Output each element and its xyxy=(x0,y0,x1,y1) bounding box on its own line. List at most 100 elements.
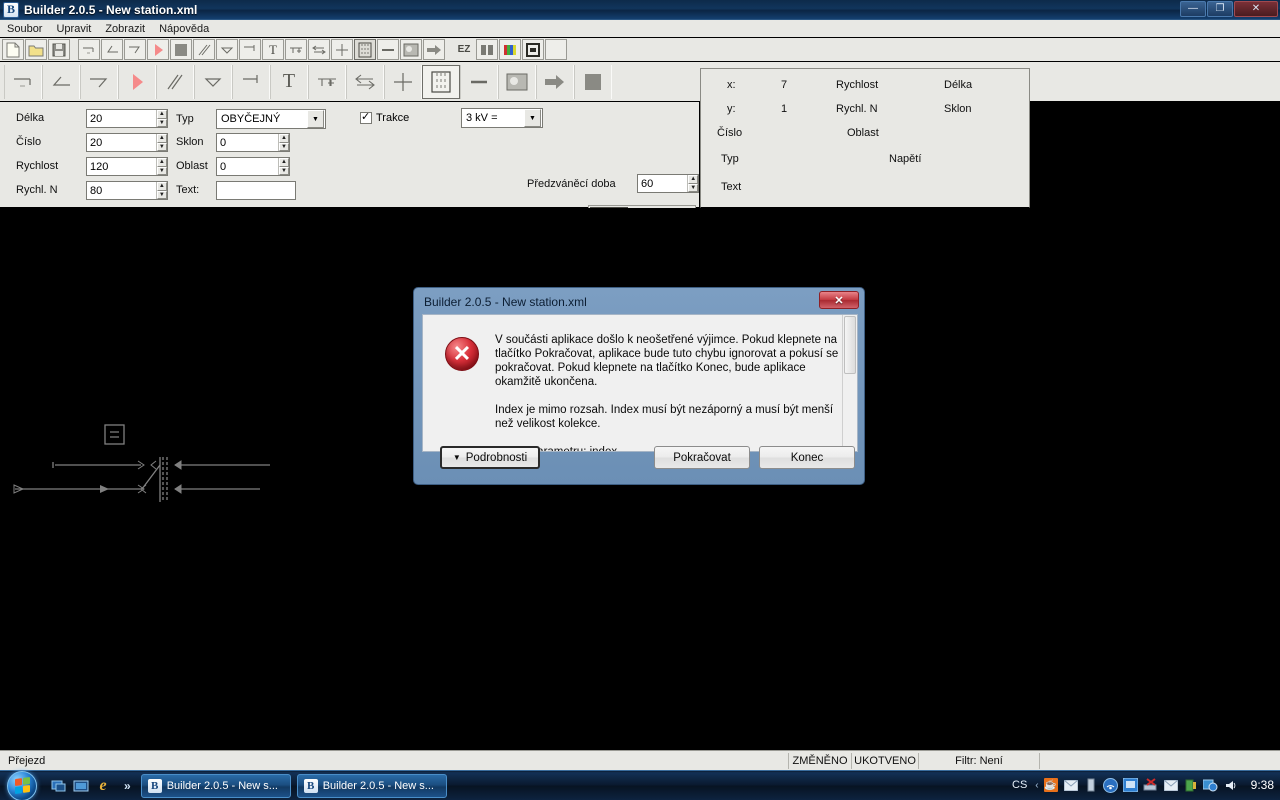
mail-alt-icon[interactable] xyxy=(1163,777,1179,793)
menu-item-napoveda[interactable]: Nápověda xyxy=(152,22,216,36)
maximize-button[interactable]: ❐ xyxy=(1207,1,1233,17)
menu-item-zobrazit[interactable]: Zobrazit xyxy=(98,22,152,36)
flip-3d-icon[interactable] xyxy=(72,777,90,795)
color-tool-icon[interactable] xyxy=(499,39,521,60)
delka-spin-up[interactable]: ▲ xyxy=(156,110,167,119)
cislo-spin-buttons[interactable]: ▲ ▼ xyxy=(155,134,167,151)
ez-tool-icon[interactable]: EZ xyxy=(453,39,475,60)
cross-tool-icon-large[interactable] xyxy=(384,64,422,99)
text-tool-icon[interactable]: T xyxy=(262,39,284,60)
track-corner-left-icon-large[interactable] xyxy=(42,64,80,99)
predzvaneci-spin-up[interactable]: ▲ xyxy=(688,175,698,184)
image-tool-icon[interactable] xyxy=(400,39,422,60)
track-end-icon[interactable] xyxy=(78,39,100,60)
close-button[interactable]: ✕ xyxy=(1234,1,1278,17)
minimize-button[interactable]: — xyxy=(1180,1,1206,17)
trakce-checkbox[interactable]: Trakce xyxy=(360,110,409,124)
oblast-input[interactable] xyxy=(217,158,278,175)
predzvaneci-spin-buttons[interactable]: ▲ ▼ xyxy=(687,175,698,192)
rychlost-spin-up[interactable]: ▲ xyxy=(156,158,167,167)
panel-tool-icon[interactable] xyxy=(522,39,544,60)
delka-stepper[interactable]: ▲▼ xyxy=(86,109,168,128)
tray-expand-icon[interactable]: ‹ xyxy=(1035,780,1038,791)
cislo-stepper[interactable]: ▲▼ xyxy=(86,133,168,152)
quick-launch-overflow-icon[interactable]: » xyxy=(124,779,131,793)
chevron-down-icon[interactable]: ▼ xyxy=(307,110,324,128)
network-globe-icon[interactable] xyxy=(1203,777,1219,793)
track-corner-left-icon[interactable] xyxy=(101,39,123,60)
track-end-icon-large[interactable] xyxy=(4,64,42,99)
point-down-icon-large[interactable] xyxy=(194,64,232,99)
buffer-stop-icon[interactable] xyxy=(239,39,261,60)
arrow-right-tool-icon[interactable] xyxy=(423,39,445,60)
dialog-scrollbar-thumb[interactable] xyxy=(844,316,856,374)
crossing-slash-icon-large[interactable] xyxy=(156,64,194,99)
block-fill-icon[interactable] xyxy=(170,39,192,60)
text-input[interactable] xyxy=(217,182,295,199)
chevron-down-icon-2[interactable]: ▼ xyxy=(524,109,541,127)
network-monitor-icon[interactable] xyxy=(1123,777,1139,793)
platform-tool-icon[interactable] xyxy=(285,39,307,60)
dialog-close-button[interactable]: ✕ xyxy=(819,291,859,309)
menu-item-upravit[interactable]: Upravit xyxy=(49,22,98,36)
java-icon[interactable]: ☕ xyxy=(1043,777,1059,793)
block-fill-icon-large[interactable] xyxy=(574,64,612,99)
sklon-spin-buttons[interactable]: ▲ ▼ xyxy=(277,134,289,151)
mail-icon[interactable] xyxy=(1063,777,1079,793)
oblast-stepper[interactable]: ▲▼ xyxy=(216,157,290,176)
text-tool-icon-large[interactable]: T xyxy=(270,64,308,99)
rychlost-spin-buttons[interactable]: ▲ ▼ xyxy=(155,158,167,175)
cislo-spin-up[interactable]: ▲ xyxy=(156,134,167,143)
sklon-stepper[interactable]: ▲▼ xyxy=(216,133,290,152)
sklon-spin-down[interactable]: ▼ xyxy=(278,142,289,151)
language-indicator[interactable]: CS xyxy=(1012,779,1027,791)
delka-spin-down[interactable]: ▼ xyxy=(156,118,167,127)
open-file-icon[interactable] xyxy=(25,39,47,60)
details-button[interactable]: ▼ Podrobnosti xyxy=(440,446,540,469)
start-button[interactable] xyxy=(0,770,44,800)
signal-arrow-icon[interactable] xyxy=(147,39,169,60)
dialog-scrollbar[interactable] xyxy=(842,315,857,451)
platform-tool-icon-large[interactable] xyxy=(308,64,346,99)
taskbar-item-builder-2[interactable]: B Builder 2.0.5 - New s... xyxy=(296,773,447,798)
taskbar-clock[interactable]: 9:38 xyxy=(1251,778,1274,792)
cislo-input[interactable] xyxy=(87,134,156,151)
checkbox-checked-icon[interactable] xyxy=(360,110,372,124)
internet-explorer-icon[interactable]: e xyxy=(94,777,112,795)
signal-arrow-icon-large[interactable] xyxy=(118,64,156,99)
oblast-spin-up[interactable]: ▲ xyxy=(278,158,289,167)
blank-tool-icon[interactable] xyxy=(545,39,567,60)
crossing-slash-icon[interactable] xyxy=(193,39,215,60)
oblast-spin-buttons[interactable]: ▲ ▼ xyxy=(277,158,289,175)
rychln-spin-down[interactable]: ▼ xyxy=(156,190,167,199)
columns-tool-icon[interactable] xyxy=(476,39,498,60)
delka-spin-buttons[interactable]: ▲ ▼ xyxy=(155,110,167,127)
track-corner-right-icon-large[interactable] xyxy=(80,64,118,99)
rychln-input[interactable] xyxy=(87,182,156,199)
napeti-dropdown[interactable]: 3 kV = ▼ xyxy=(461,108,543,128)
save-file-icon[interactable] xyxy=(48,39,70,60)
rychln-spin-up[interactable]: ▲ xyxy=(156,182,167,191)
track-corner-right-icon[interactable] xyxy=(124,39,146,60)
volume-icon[interactable] xyxy=(1223,777,1239,793)
wireless-icon[interactable] xyxy=(1103,777,1119,793)
show-desktop-icon[interactable] xyxy=(50,777,68,795)
buffer-stop-icon-large[interactable] xyxy=(232,64,270,99)
dash-tool-icon[interactable] xyxy=(377,39,399,60)
continue-button[interactable]: Pokračovat xyxy=(654,446,750,469)
sklon-spin-up[interactable]: ▲ xyxy=(278,134,289,143)
rychlost-stepper[interactable]: ▲▼ xyxy=(86,157,168,176)
rychlost-spin-down[interactable]: ▼ xyxy=(156,166,167,175)
dash-tool-icon-large[interactable] xyxy=(460,64,498,99)
level-crossing-icon-large[interactable] xyxy=(422,64,460,99)
new-file-icon[interactable] xyxy=(2,39,24,60)
cross-tool-icon[interactable] xyxy=(331,39,353,60)
text-field[interactable] xyxy=(216,181,296,200)
predzvaneci-stepper[interactable]: ▲▼ xyxy=(637,174,699,193)
predzvaneci-input[interactable] xyxy=(638,175,688,192)
taskbar-item-builder-1[interactable]: B Builder 2.0.5 - New s... xyxy=(140,773,291,798)
rychln-stepper[interactable]: ▲▼ xyxy=(86,181,168,200)
usb-icon[interactable] xyxy=(1083,777,1099,793)
level-crossing-icon[interactable] xyxy=(354,39,376,60)
quit-button[interactable]: Konec xyxy=(759,446,855,469)
